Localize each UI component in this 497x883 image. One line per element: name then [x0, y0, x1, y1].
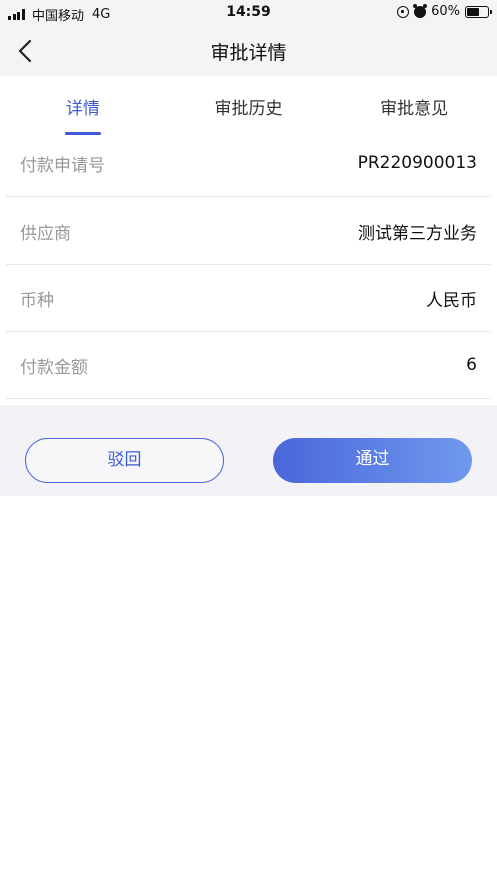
alarm-icon: [413, 3, 428, 18]
approve-button[interactable]: 通过: [273, 438, 472, 483]
page-title: 审批详情: [210, 42, 287, 64]
detail-value: PR220900013: [357, 153, 477, 173]
status-bar: 中国移动 4G 14:59 60%: [0, 0, 497, 26]
detail-label: 供应商: [20, 223, 71, 244]
status-right: 60%: [397, 3, 492, 19]
tab-bar: 详情 审批历史 审批意见: [0, 76, 497, 136]
detail-value: 6: [466, 355, 477, 375]
action-bar: 驳回 通过: [0, 405, 497, 496]
tab-label: 详情: [65, 99, 100, 119]
detail-row-supplier: 供应商 测试第三方业务: [6, 198, 491, 265]
detail-label: 付款申请号: [20, 155, 105, 176]
tab-approval-comments[interactable]: 审批意见: [331, 76, 497, 136]
tab-approval-history[interactable]: 审批历史: [166, 76, 332, 136]
detail-value: 人民币: [426, 290, 477, 311]
detail-row-payment-amount: 付款金额 6: [6, 332, 491, 399]
detail-label: 币种: [20, 290, 54, 311]
reject-button[interactable]: 驳回: [25, 438, 224, 483]
rotation-lock-icon: [397, 5, 410, 18]
page: 中国移动 4G 14:59 60% 审批详情 详情 审批历史 审批意见 付款申请…: [0, 0, 497, 883]
tab-details[interactable]: 详情: [0, 76, 166, 136]
tab-label: 审批历史: [214, 99, 283, 119]
detail-label: 付款金额: [20, 357, 88, 378]
detail-row-payment-request-no: 付款申请号 PR220900013: [6, 130, 491, 197]
detail-list: 付款申请号 PR220900013 供应商 测试第三方业务 币种 人民币 付款金…: [0, 136, 497, 399]
nav-bar: 审批详情: [0, 26, 497, 76]
tab-label: 审批意见: [380, 99, 449, 119]
battery-fill: [467, 7, 479, 16]
detail-value: 测试第三方业务: [358, 223, 477, 244]
battery-percent: 60%: [431, 4, 460, 19]
battery-icon: [465, 5, 492, 18]
detail-row-currency: 币种 人民币: [6, 265, 491, 332]
